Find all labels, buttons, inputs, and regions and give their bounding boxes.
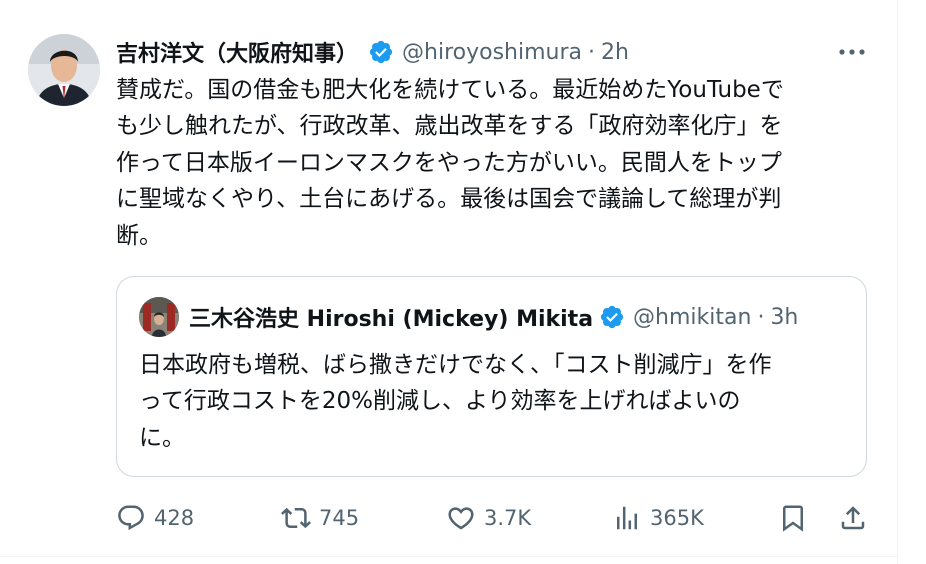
share-icon (841, 506, 865, 530)
repost-button[interactable]: 745 (281, 498, 359, 538)
reply-count: 428 (154, 506, 195, 530)
reply-button[interactable]: 428 (116, 498, 194, 538)
verified-badge-icon[interactable] (599, 304, 625, 330)
author-avatar[interactable] (28, 34, 100, 106)
tweet-text: 賛成だ。国の借金も肥大化を続けている。最近始めたYouTubeで も少し触れたが… (116, 77, 784, 249)
tweet-divider (0, 556, 897, 557)
bookmark-icon (783, 505, 803, 532)
tweet-action-bar: 428 745 3.7K 365K (116, 498, 870, 538)
more-horizontal-icon[interactable] (834, 38, 870, 66)
separator-dot: · (757, 304, 765, 330)
like-count: 3.7K (484, 506, 532, 530)
repost-icon (281, 507, 311, 529)
quoted-tweet-header: 三木谷浩史 Hiroshi (Mickey) Mikita @hmikitan … (189, 299, 859, 335)
quoted-tweet-card[interactable]: 三木谷浩史 Hiroshi (Mickey) Mikita @hmikitan … (116, 276, 867, 477)
reply-icon (118, 505, 144, 531)
quoted-tweet-text: 日本政府も増税、ばら撒きだけでなく、「コスト削減庁」を作 って行政コストを20%… (139, 352, 772, 451)
share-button[interactable] (838, 498, 868, 538)
tweet-timestamp[interactable]: 2h (601, 40, 629, 65)
quoted-author-name[interactable]: 三木谷浩史 Hiroshi (Mickey) Mikita (189, 301, 593, 333)
quoted-tweet-timestamp[interactable]: 3h (770, 305, 798, 330)
heart-icon (448, 507, 474, 530)
author-name[interactable]: 吉村洋文（大阪府知事） (116, 36, 358, 68)
bookmark-button[interactable] (778, 498, 808, 538)
tweet-header: 吉村洋文（大阪府知事） @hiroyoshimura · 2h (116, 36, 629, 68)
view-count: 365K (650, 506, 704, 530)
author-handle[interactable]: @hiroyoshimura (402, 40, 582, 65)
column-divider (897, 0, 898, 564)
repost-count: 745 (319, 506, 360, 530)
quoted-author-avatar[interactable] (139, 297, 179, 337)
verified-badge-icon[interactable] (368, 39, 394, 65)
quoted-author-handle[interactable]: @hmikitan (633, 305, 751, 330)
separator-dot: · (588, 39, 595, 65)
like-button[interactable]: 3.7K (446, 498, 531, 538)
views-bar-chart-icon (617, 506, 637, 530)
views-button[interactable]: 365K (612, 498, 704, 538)
